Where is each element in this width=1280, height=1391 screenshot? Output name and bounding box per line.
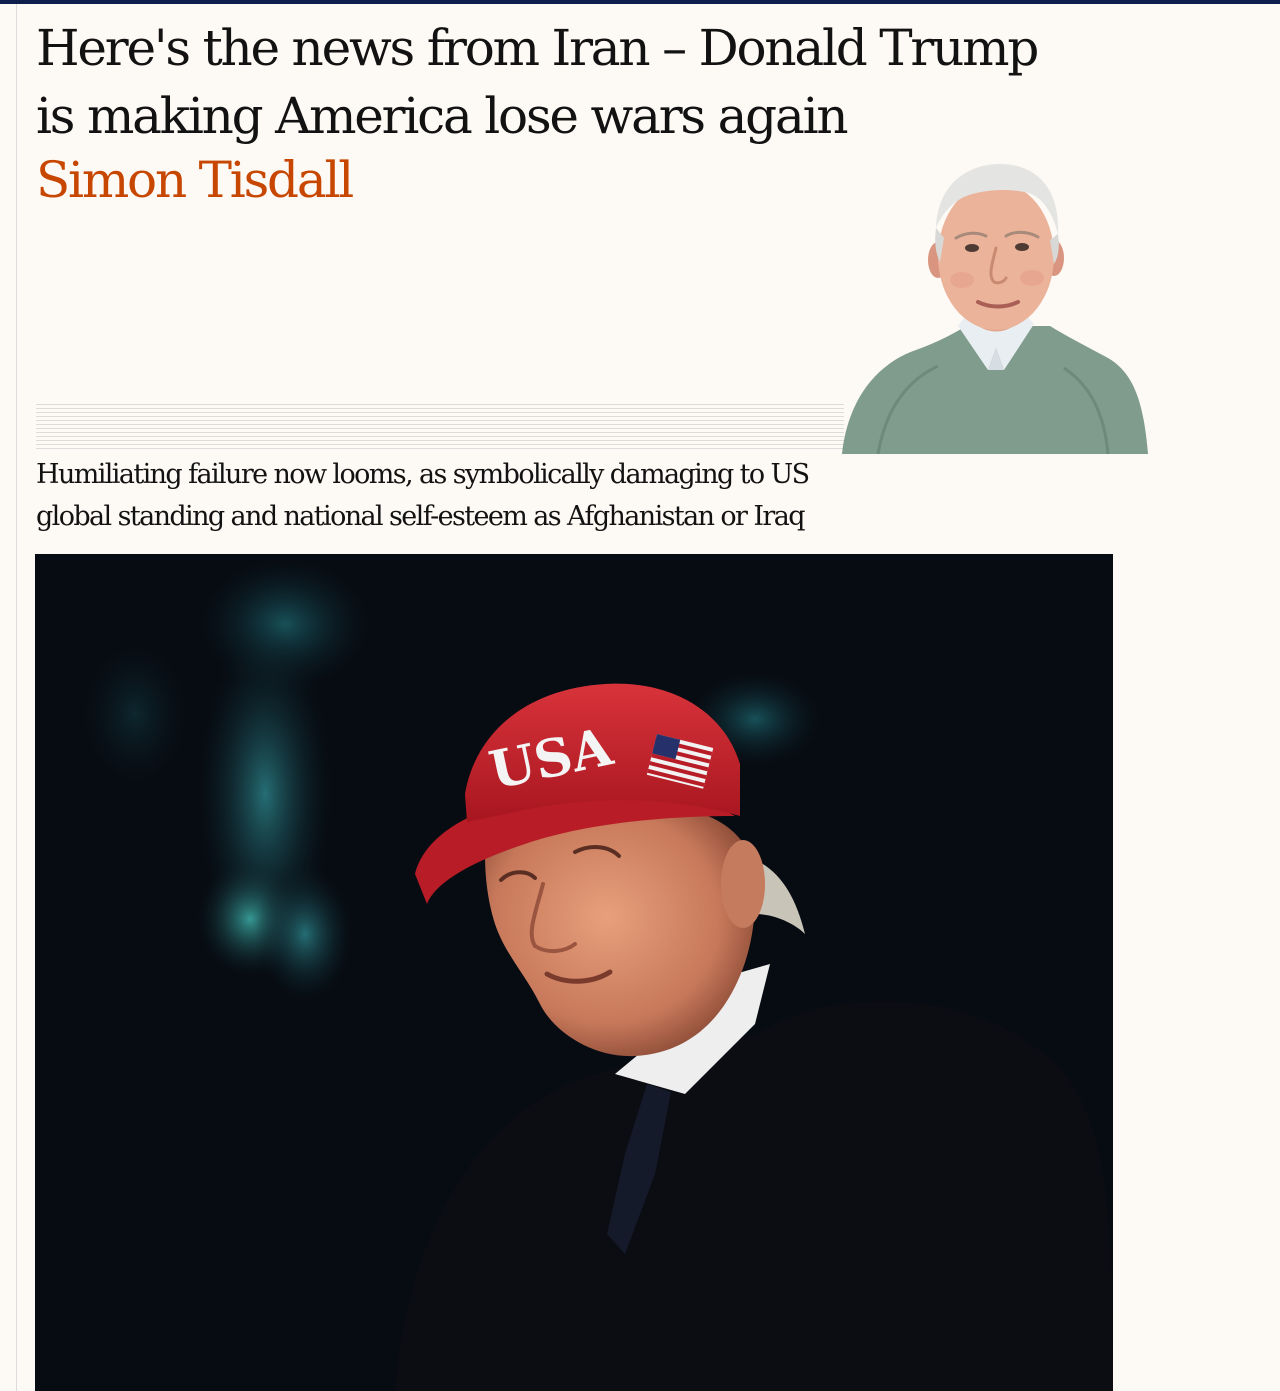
headline-line: is making America lose wars again	[36, 87, 849, 145]
headline: Here's the news from Iran – Donald Trump…	[36, 14, 1136, 150]
headline-line: Here's the news from Iran – Donald Trump	[36, 19, 1039, 77]
standfirst: Humiliating failure now looms, as symbol…	[36, 454, 996, 538]
standfirst-line: global standing and national self-esteem…	[36, 501, 806, 532]
main-article-photo: USA	[35, 554, 1113, 1391]
byline-author-link[interactable]: Simon Tisdall	[36, 146, 354, 214]
left-rule	[16, 4, 17, 1391]
section-divider-lines	[36, 404, 844, 452]
author-portrait	[838, 158, 1148, 454]
top-bar	[0, 0, 1280, 4]
standfirst-line: Humiliating failure now looms, as symbol…	[36, 459, 810, 490]
